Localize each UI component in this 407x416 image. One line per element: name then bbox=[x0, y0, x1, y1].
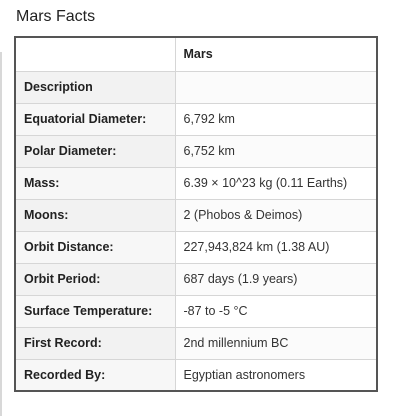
row-value-moons: 2 (Phobos & Deimos) bbox=[174, 198, 378, 232]
page-title: Mars Facts bbox=[16, 8, 96, 25]
mars-facts-table: Mars Description Equatorial Diameter: 6,… bbox=[14, 36, 378, 392]
row-label-description: Description bbox=[14, 70, 176, 104]
row-label-moons: Moons: bbox=[14, 198, 176, 232]
table-row: Mass: 6.39 × 10^23 kg (0.11 Earths) bbox=[14, 166, 378, 200]
row-value-description bbox=[174, 70, 378, 104]
row-label-orbit-period: Orbit Period: bbox=[14, 262, 176, 296]
row-label-recorded-by: Recorded By: bbox=[14, 358, 176, 392]
row-value-equatorial-diameter: 6,792 km bbox=[174, 102, 378, 136]
left-edge-divider bbox=[0, 52, 2, 416]
table-row: Description bbox=[14, 70, 378, 104]
table-row: Equatorial Diameter: 6,792 km bbox=[14, 102, 378, 136]
table-row: First Record: 2nd millennium BC bbox=[14, 326, 378, 360]
row-value-first-record: 2nd millennium BC bbox=[174, 326, 378, 360]
row-value-surface-temperature: -87 to -5 °C bbox=[174, 294, 378, 328]
row-value-orbit-distance: 227,943,824 km (1.38 AU) bbox=[174, 230, 378, 264]
table-row: Orbit Distance: 227,943,824 km (1.38 AU) bbox=[14, 230, 378, 264]
table-header-empty bbox=[14, 36, 176, 72]
row-value-polar-diameter: 6,752 km bbox=[174, 134, 378, 168]
table-row: Polar Diameter: 6,752 km bbox=[14, 134, 378, 168]
row-label-polar-diameter: Polar Diameter: bbox=[14, 134, 176, 168]
table-row: Surface Temperature: -87 to -5 °C bbox=[14, 294, 378, 328]
table-row: Orbit Period: 687 days (1.9 years) bbox=[14, 262, 378, 296]
row-value-mass: 6.39 × 10^23 kg (0.11 Earths) bbox=[174, 166, 378, 200]
page: Mars Facts Mars Description Equatorial D… bbox=[0, 0, 407, 416]
row-value-recorded-by: Egyptian astronomers bbox=[174, 358, 378, 392]
row-value-orbit-period: 687 days (1.9 years) bbox=[174, 262, 378, 296]
table-header-mars: Mars bbox=[174, 36, 378, 72]
table-header-row: Mars bbox=[14, 36, 378, 72]
table-row: Recorded By: Egyptian astronomers bbox=[14, 358, 378, 392]
row-label-surface-temperature: Surface Temperature: bbox=[14, 294, 176, 328]
row-label-first-record: First Record: bbox=[14, 326, 176, 360]
row-label-mass: Mass: bbox=[14, 166, 176, 200]
table-row: Moons: 2 (Phobos & Deimos) bbox=[14, 198, 378, 232]
row-label-equatorial-diameter: Equatorial Diameter: bbox=[14, 102, 176, 136]
row-label-orbit-distance: Orbit Distance: bbox=[14, 230, 176, 264]
